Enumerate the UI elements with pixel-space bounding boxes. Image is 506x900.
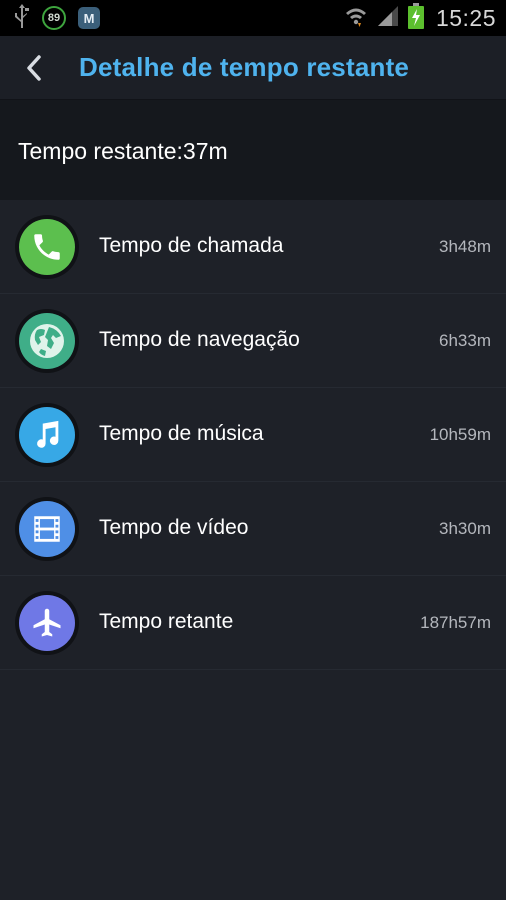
list-item-value: 3h30m — [439, 519, 491, 538]
chevron-left-icon — [18, 55, 54, 90]
airplane-icon — [19, 595, 75, 651]
list-item-label: Tempo de navegação — [99, 328, 300, 351]
list-item-value: 6h33m — [439, 331, 491, 350]
back-button[interactable] — [18, 50, 54, 86]
list-item-value: 10h59m — [429, 425, 491, 444]
list-item-label: Tempo retante — [99, 610, 234, 633]
list-item-value: 187h57m — [420, 613, 491, 632]
list-item-label: Tempo de música — [99, 422, 264, 445]
status-bar: 89 M 15:25 — [0, 0, 506, 36]
page-title: Detalhe de tempo restante — [79, 52, 410, 82]
app-icon: M — [78, 7, 100, 29]
signal-icon — [376, 4, 400, 33]
phone-icon — [19, 219, 75, 275]
battery-charging-icon — [407, 2, 424, 34]
list-item-value: 3h48m — [439, 237, 491, 256]
list-item-browsing-time[interactable]: Tempo de navegação 6h33m — [0, 294, 506, 388]
list-item-label: Tempo de chamada — [99, 234, 284, 257]
remaining-time-text: Tempo restante:37m — [18, 138, 228, 164]
battery-saver-icon: 89 — [42, 6, 66, 30]
clock: 15:25 — [435, 4, 496, 31]
list-item-music-time[interactable]: Tempo de música 10h59m — [0, 388, 506, 482]
usb-icon — [14, 3, 30, 34]
wifi-icon — [344, 4, 368, 33]
list-item-label: Tempo de vídeo — [99, 516, 249, 539]
time-detail-list: Tempo de chamada 3h48m Tempo de navegaçã… — [0, 200, 506, 670]
list-item-standby-time[interactable]: Tempo retante 187h57m — [0, 576, 506, 670]
remaining-summary: Tempo restante:37m — [0, 100, 506, 200]
list-item-call-time[interactable]: Tempo de chamada 3h48m — [0, 200, 506, 294]
music-note-icon — [19, 407, 75, 463]
app-header: Detalhe de tempo restante — [0, 36, 506, 100]
globe-icon — [19, 313, 75, 369]
film-icon — [19, 501, 75, 557]
list-item-video-time[interactable]: Tempo de vídeo 3h30m — [0, 482, 506, 576]
